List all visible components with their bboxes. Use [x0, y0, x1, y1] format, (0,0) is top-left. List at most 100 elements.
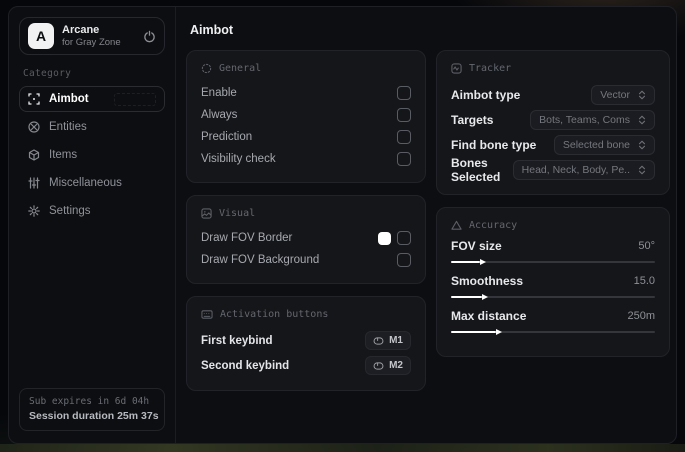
- chevrons-updown-icon: [638, 115, 646, 125]
- sidebar-item-miscellaneous[interactable]: Miscellaneous: [19, 170, 165, 196]
- select-value: Vector: [600, 88, 630, 101]
- background-texture: [0, 444, 685, 452]
- general-card: General Enable Always Prediction Visibil…: [186, 50, 426, 183]
- image-icon: [201, 208, 212, 219]
- max-distance-slider[interactable]: [451, 328, 655, 335]
- page-title: Aimbot: [190, 23, 234, 37]
- triangle-icon: [451, 220, 462, 231]
- select-row-aimbot-type: Aimbot type Vector: [451, 82, 655, 107]
- activity-icon: [451, 63, 462, 74]
- card-title: General: [219, 63, 262, 74]
- aimbot-type-select[interactable]: Vector: [591, 84, 655, 105]
- card-title: Accuracy: [469, 220, 518, 231]
- app-header: A Arcane for Gray Zone: [19, 17, 165, 55]
- sidebar-item-settings[interactable]: Settings: [19, 198, 165, 224]
- category-label: Category: [23, 68, 72, 79]
- keybind-value: M1: [389, 335, 403, 346]
- toggle-row-draw-fov-background: Draw FOV Background: [201, 249, 411, 271]
- keybind-row-first: First keybind M1: [201, 328, 411, 353]
- slider-row-fov-size: FOV size 50°: [451, 239, 655, 253]
- slider-value: 50°: [638, 240, 655, 252]
- sidebar-item-label: Entities: [49, 121, 87, 133]
- slider-fill: [451, 258, 486, 265]
- toggle-row-prediction: Prediction: [201, 126, 411, 148]
- sidebar-item-label: Settings: [49, 205, 91, 217]
- focus-icon: [201, 63, 212, 74]
- app-name: Arcane: [62, 24, 100, 36]
- slider-row-smoothness: Smoothness 15.0: [451, 274, 655, 288]
- sidebar-item-items[interactable]: Items: [19, 142, 165, 168]
- app-logo: A: [28, 23, 54, 49]
- select-value: Selected bone: [562, 138, 630, 151]
- row-label: Draw FOV Border: [201, 232, 293, 244]
- toggle-row-visibility-check: Visibility check: [201, 148, 411, 170]
- always-checkbox[interactable]: [397, 108, 411, 122]
- sidebar-item-label: Miscellaneous: [49, 177, 122, 189]
- toggle-row-draw-fov-border: Draw FOV Border: [201, 227, 411, 249]
- sidebar-item-label: Items: [49, 149, 78, 161]
- row-label: Bones Selected: [451, 155, 501, 184]
- row-label: Prediction: [201, 131, 253, 143]
- enable-checkbox[interactable]: [397, 86, 411, 100]
- select-value: Head, Neck, Body, Pe..: [521, 163, 630, 176]
- draw-fov-border-checkbox[interactable]: [397, 231, 411, 245]
- app-subtitle: for Gray Zone: [62, 37, 121, 48]
- toggle-row-enable: Enable: [201, 82, 411, 104]
- visibility-check-checkbox[interactable]: [397, 152, 411, 166]
- watermark: [114, 92, 156, 106]
- sidebar: A Arcane for Gray Zone Category Aimbot E…: [9, 7, 176, 443]
- targets-select[interactable]: Bots, Teams, Coms: [530, 109, 655, 130]
- keybind-row-second: Second keybind M2: [201, 353, 411, 378]
- keyboard-icon: [201, 309, 213, 320]
- app-window: A Arcane for Gray Zone Category Aimbot E…: [8, 6, 677, 444]
- subscription-info: Sub expires in 6d 04h Session duration 2…: [19, 388, 165, 431]
- mouse-icon: [373, 361, 384, 370]
- chevrons-updown-icon: [638, 140, 646, 150]
- mouse-icon: [373, 336, 384, 345]
- select-row-find-bone-type: Find bone type Selected bone: [451, 132, 655, 157]
- select-value: Bots, Teams, Coms: [539, 113, 630, 126]
- slider-label: Max distance: [451, 309, 527, 323]
- accuracy-card: Accuracy FOV size 50° Smoothness 15.0 Ma…: [436, 207, 670, 357]
- card-title: Activation buttons: [220, 309, 329, 320]
- radar-icon: [28, 121, 40, 133]
- row-label: First keybind: [201, 334, 273, 347]
- session-duration-text: Session duration 25m 37s: [29, 410, 159, 422]
- sliders-icon: [28, 177, 40, 189]
- tracker-card: Tracker Aimbot type Vector Targets Bots,…: [436, 50, 670, 195]
- card-title: Visual: [219, 208, 256, 219]
- select-row-targets: Targets Bots, Teams, Coms: [451, 107, 655, 132]
- fov-size-slider[interactable]: [451, 258, 655, 265]
- row-label: Second keybind: [201, 359, 290, 372]
- row-label: Find bone type: [451, 137, 537, 152]
- slider-label: Smoothness: [451, 274, 524, 288]
- toggle-row-always: Always: [201, 104, 411, 126]
- sidebar-item-aimbot[interactable]: Aimbot: [19, 86, 165, 112]
- visual-card: Visual Draw FOV Border Draw FOV Backgrou…: [186, 195, 426, 284]
- slider-row-max-distance: Max distance 250m: [451, 309, 655, 323]
- power-icon[interactable]: [143, 30, 156, 43]
- row-label: Visibility check: [201, 153, 276, 165]
- row-label: Targets: [451, 112, 494, 127]
- card-title: Tracker: [469, 63, 512, 74]
- find-bone-type-select[interactable]: Selected bone: [553, 134, 655, 155]
- slider-value: 250m: [627, 310, 655, 322]
- sidebar-item-label: Aimbot: [49, 93, 89, 105]
- row-label: Aimbot type: [451, 87, 521, 102]
- chevrons-updown-icon: [638, 165, 646, 175]
- row-label: Always: [201, 109, 238, 121]
- sub-expires-text: Sub expires in 6d 04h: [29, 396, 150, 407]
- smoothness-slider[interactable]: [451, 293, 655, 300]
- sidebar-item-entities[interactable]: Entities: [19, 114, 165, 140]
- fov-border-color-swatch[interactable]: [378, 231, 391, 245]
- draw-fov-background-checkbox[interactable]: [397, 253, 411, 267]
- main-content: Aimbot General Enable Always Prediction …: [176, 7, 676, 443]
- bones-selected-select[interactable]: Head, Neck, Body, Pe..: [512, 159, 655, 180]
- first-keybind-button[interactable]: M1: [365, 331, 411, 350]
- slider-fill: [451, 328, 502, 335]
- gear-icon: [28, 205, 40, 217]
- row-label: Draw FOV Background: [201, 254, 320, 266]
- prediction-checkbox[interactable]: [397, 130, 411, 144]
- second-keybind-button[interactable]: M2: [365, 356, 411, 375]
- slider-label: FOV size: [451, 239, 502, 253]
